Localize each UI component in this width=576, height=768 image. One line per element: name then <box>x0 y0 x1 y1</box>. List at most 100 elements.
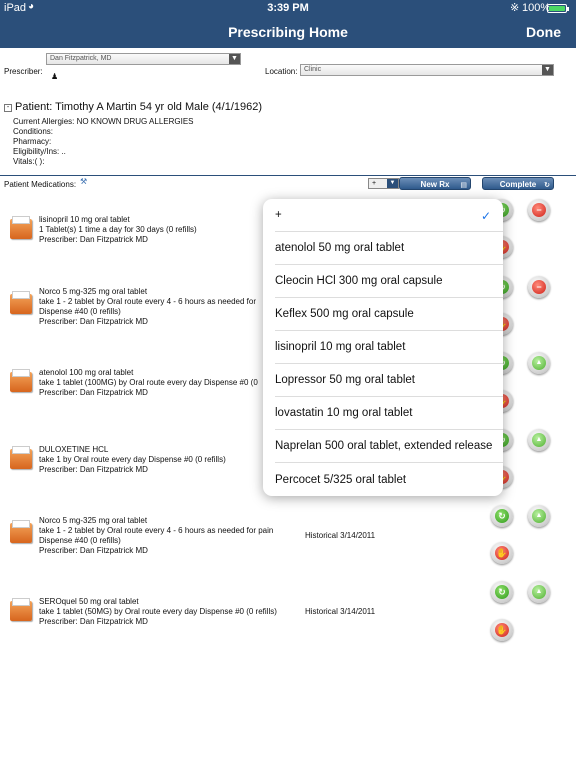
popover-option[interactable]: atenolol 50 mg oral tablet <box>275 232 503 265</box>
patient-title: Patient: Timothy A Martin 54 yr old Male… <box>15 101 263 113</box>
medication-name: lisinopril 10 mg oral tablet <box>39 215 130 224</box>
patient-vitals: Vitals:( ): <box>13 157 45 166</box>
arrow-up-icon: ▲ <box>532 585 546 599</box>
medication-sig: take 1 - 2 tablet by Oral route every 4 … <box>39 526 274 535</box>
location-select[interactable]: Clinic ▼ <box>300 64 554 76</box>
minus-icon: − <box>532 203 546 217</box>
arrow-up-icon: ▲ <box>532 509 546 523</box>
popover-option[interactable]: Naprelan 500 oral tablet, extended relea… <box>275 430 503 463</box>
stop-icon: ✋ <box>495 546 509 560</box>
move-up-button[interactable]: ▲ <box>528 505 550 527</box>
stop-button[interactable]: ✋ <box>491 619 513 641</box>
medication-name: Norco 5 mg-325 mg oral tablet <box>39 287 148 296</box>
medication-prescriber: Prescriber: Dan Fitzpatrick MD <box>39 546 148 555</box>
popover-option-label: lovastatin 10 mg oral tablet <box>275 407 413 419</box>
patient-pharmacy: Pharmacy: <box>13 137 52 146</box>
medication-prescriber: Prescriber: Dan Fitzpatrick MD <box>39 617 148 626</box>
popover-option-label: Lopressor 50 mg oral tablet <box>275 374 415 386</box>
complete-label: Complete <box>499 180 537 189</box>
medication-prescriber: Prescriber: Dan Fitzpatrick MD <box>39 465 148 474</box>
popover-option[interactable]: Keflex 500 mg oral capsule <box>275 298 503 331</box>
checkmark-icon: ✓ <box>480 209 491 223</box>
document-icon <box>10 216 32 239</box>
user-icon[interactable]: ♟ <box>51 72 58 81</box>
document-icon <box>10 291 32 314</box>
popover-option[interactable]: lovastatin 10 mg oral tablet <box>275 397 503 430</box>
medication-name: Norco 5 mg-325 mg oral tablet <box>39 516 148 525</box>
refresh-icon: ↻ <box>544 182 550 189</box>
add-med-select-value: + <box>372 180 377 187</box>
popover-option-label: Cleocin HCl 300 mg oral capsule <box>275 275 443 287</box>
document-icon <box>10 598 32 621</box>
popover-option-label: atenolol 50 mg oral tablet <box>275 242 405 254</box>
patient-allergies: Current Allergies: NO KNOWN DRUG ALLERGI… <box>13 117 194 126</box>
arrow-up-icon: ▲ <box>532 356 546 370</box>
status-bar: iPad ◕ 3:39 PM ※ 100% <box>0 0 576 16</box>
prescription-icon: ▤ <box>460 182 467 189</box>
document-icon <box>10 446 32 469</box>
nav-bar: Prescribing Home Done <box>0 16 576 48</box>
prescriber-select[interactable]: Dan Fitzpatrick, MD ▼ <box>46 53 241 65</box>
arrow-up-icon: ▲ <box>532 433 546 447</box>
medication-dispense: Dispense #40 (0 refills) <box>39 307 121 316</box>
add-med-select[interactable]: + ▼ <box>368 178 399 189</box>
section-divider <box>0 175 576 176</box>
battery-fill <box>549 6 565 11</box>
medication-name: SEROquel 50 mg oral tablet <box>39 597 139 606</box>
expand-icon[interactable]: - <box>4 104 12 112</box>
location-label: Location: <box>265 67 298 76</box>
medication-dispense: Dispense #40 (0 refills) <box>39 536 121 545</box>
patient-medications-label: Patient Medications: <box>4 180 77 189</box>
document-icon <box>10 520 32 543</box>
stop-icon: ✋ <box>495 623 509 637</box>
refresh-icon: ↻ <box>495 585 509 599</box>
popover-option[interactable]: Cleocin HCl 300 mg oral capsule <box>275 265 503 298</box>
chevron-down-icon: ▼ <box>387 179 398 188</box>
popover-option-label: Percocet 5/325 oral tablet <box>275 473 407 486</box>
battery-icon <box>547 4 569 13</box>
move-up-button[interactable]: ▲ <box>528 352 550 374</box>
historical-date: Historical 3/14/2011 <box>305 531 376 540</box>
renew-button[interactable]: ↻ <box>491 581 513 603</box>
popover-option[interactable]: + <box>275 199 503 232</box>
patient-header[interactable]: - Patient: Timothy A Martin 54 yr old Mal… <box>4 101 262 113</box>
new-rx-label: New Rx <box>420 180 450 189</box>
medication-prescriber: Prescriber: Dan Fitzpatrick MD <box>39 388 148 397</box>
remove-button[interactable]: − <box>528 276 550 298</box>
move-up-button[interactable]: ▲ <box>528 429 550 451</box>
stop-button[interactable]: ✋ <box>491 542 513 564</box>
popover-option[interactable]: Lopressor 50 mg oral tablet <box>275 364 503 397</box>
new-rx-button[interactable]: New Rx ▤ <box>399 177 471 190</box>
patient-conditions: Conditions: <box>13 127 54 136</box>
chevron-down-icon: ▼ <box>542 65 553 75</box>
chevron-down-icon: ▼ <box>229 54 240 64</box>
renew-button[interactable]: ↻ <box>491 505 513 527</box>
medication-prescriber: Prescriber: Dan Fitzpatrick MD <box>39 235 148 244</box>
medication-prescriber: Prescriber: Dan Fitzpatrick MD <box>39 317 148 326</box>
medication-picker-popover: + ✓ atenolol 50 mg oral tablet Cleocin H… <box>263 199 503 496</box>
status-time: 3:39 PM <box>267 2 309 14</box>
document-icon <box>10 369 32 392</box>
medication-name: atenolol 100 mg oral tablet <box>39 368 134 377</box>
move-up-button[interactable]: ▲ <box>528 581 550 603</box>
historical-date: Historical 3/14/2011 <box>305 607 376 616</box>
done-button[interactable]: Done <box>526 24 561 40</box>
remove-button[interactable]: − <box>528 199 550 221</box>
page-title: Prescribing Home <box>228 24 348 40</box>
complete-button[interactable]: Complete ↻ <box>482 177 554 190</box>
medication-sig: take 1 tablet (100MG) by Oral route ever… <box>39 378 258 387</box>
wrench-icon[interactable]: ⚒ <box>80 177 87 186</box>
popover-option-label: Keflex 500 mg oral capsule <box>275 308 414 320</box>
refresh-icon: ↻ <box>495 509 509 523</box>
popover-option[interactable]: Percocet 5/325 oral tablet <box>275 463 503 496</box>
medication-sig: take 1 by Oral route every day Dispense … <box>39 455 226 464</box>
patient-eligibility: Eligibility/Ins: .. <box>13 147 66 156</box>
bluetooth-icon: ※ <box>510 2 520 14</box>
medication-sig: 1 Tablet(s) 1 time a day for 30 days (0 … <box>39 225 197 234</box>
medication-sig: take 1 tablet (50MG) by Oral route every… <box>39 607 277 616</box>
popover-option[interactable]: lisinopril 10 mg oral tablet <box>275 331 503 364</box>
prescriber-value: Dan Fitzpatrick, MD <box>50 55 112 62</box>
minus-icon: − <box>532 280 546 294</box>
medication-sig: take 1 - 2 tablet by Oral route every 4 … <box>39 297 257 306</box>
popover-option-label: lisinopril 10 mg oral tablet <box>275 341 406 353</box>
